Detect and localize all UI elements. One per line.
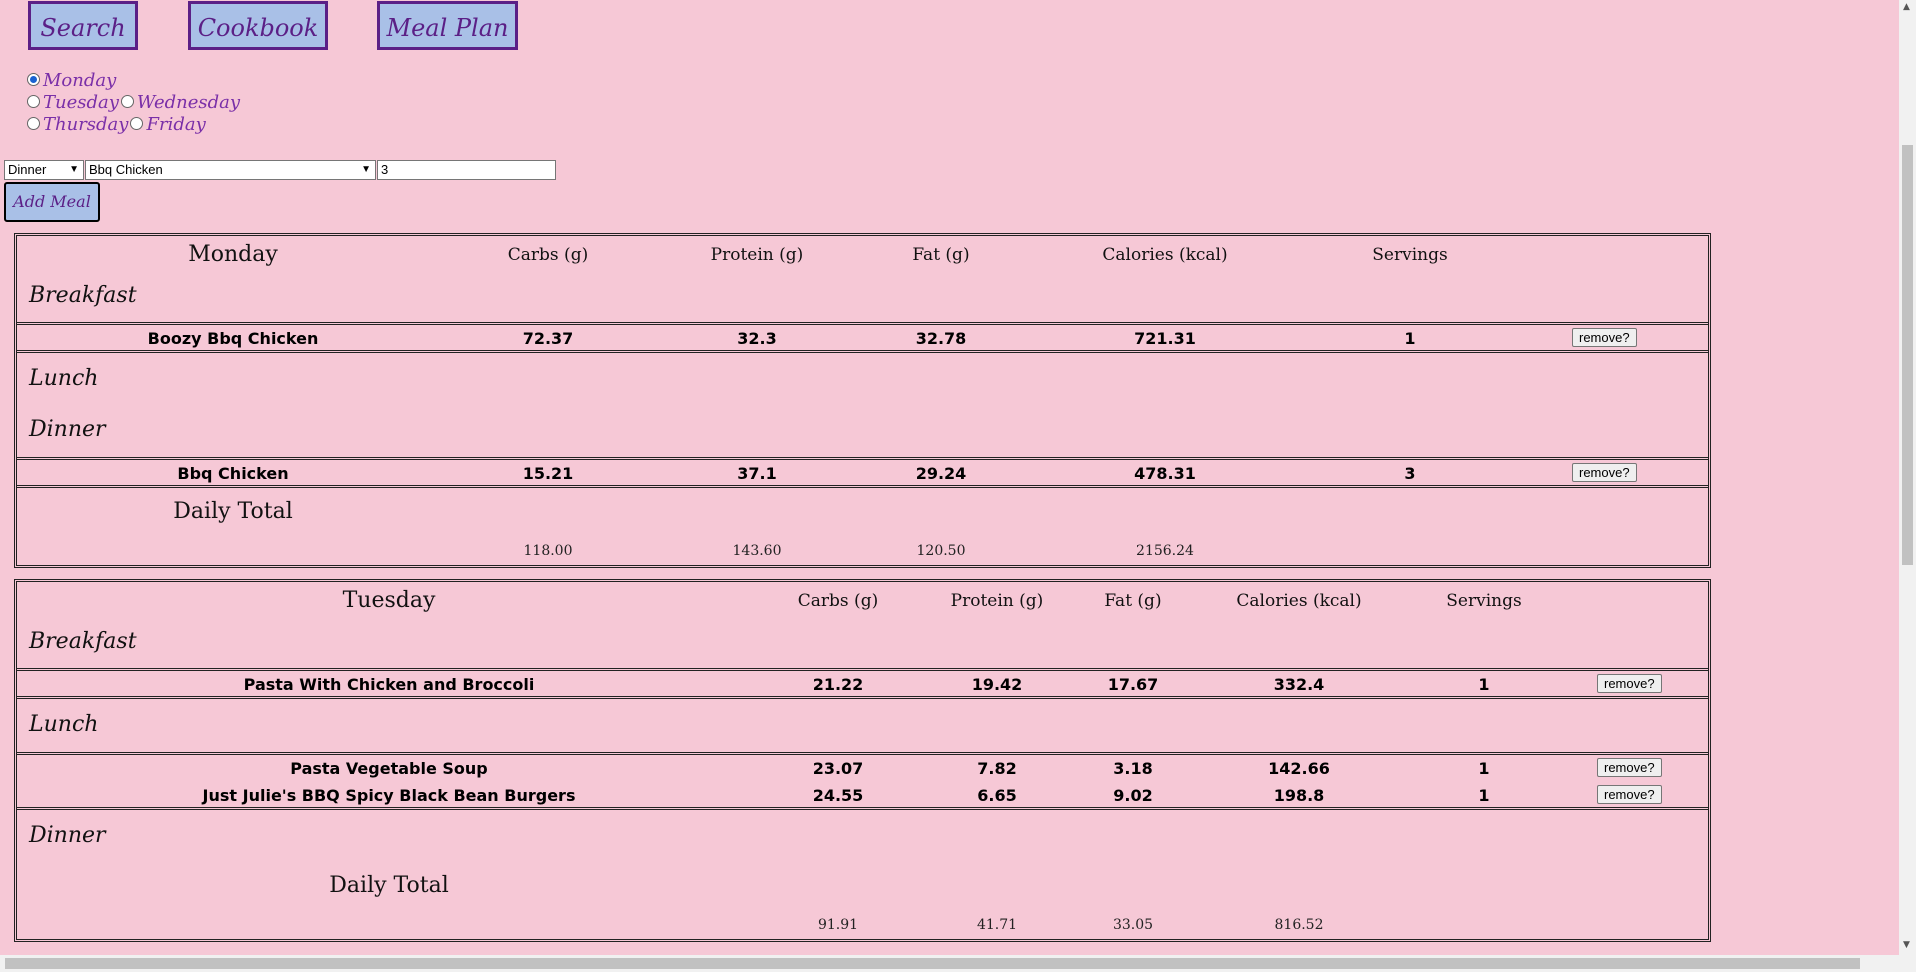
meal-lunch: Lunch <box>29 366 99 391</box>
col-servings: Servings <box>1446 591 1522 611</box>
col-protein: Protein (g) <box>710 245 804 265</box>
recipe-value: Bbq Chicken <box>89 162 163 177</box>
meal-fat: 29.24 <box>915 464 967 483</box>
servings-value: 3 <box>381 162 389 177</box>
col-fat: Fat (g) <box>912 245 970 265</box>
meal-calories: 721.31 <box>1134 329 1196 348</box>
total-protein: 41.71 <box>976 917 1018 933</box>
meal-row-group: Pasta Vegetable Soup 23.07 7.82 3.18 142… <box>17 752 1708 810</box>
meal-calories: 332.4 <box>1273 675 1325 694</box>
meal-carbs: 15.21 <box>522 464 574 483</box>
meal-name: Just Julie's BBQ Spicy Black Bean Burger… <box>202 786 576 805</box>
meal-calories: 478.31 <box>1134 464 1196 483</box>
daily-total-label: Daily Total <box>329 873 449 898</box>
meal-fat: 17.67 <box>1107 675 1159 694</box>
chevron-down-icon: ▼ <box>69 164 79 175</box>
meal-calories: 198.8 <box>1273 786 1325 805</box>
meal-dinner: Dinner <box>29 823 106 848</box>
meal-calories: 142.66 <box>1268 759 1330 778</box>
remove-button[interactable]: remove? <box>1597 674 1662 693</box>
scrollbar-thumb[interactable] <box>5 958 1860 969</box>
total-fat: 33.05 <box>1112 917 1154 933</box>
radio-monday[interactable] <box>27 72 40 86</box>
chevron-down-icon: ▼ <box>361 164 371 175</box>
col-calories: Calories (kcal) <box>1102 245 1228 265</box>
label-thursday[interactable]: Thursday <box>43 114 128 135</box>
meal-lunch: Lunch <box>29 712 99 737</box>
radio-thursday[interactable] <box>27 116 40 130</box>
total-calories: 2156.24 <box>1136 543 1194 559</box>
meal-name: Pasta Vegetable Soup <box>290 759 488 778</box>
meal-fat: 32.78 <box>915 329 967 348</box>
scrollbar-thumb[interactable] <box>1902 145 1913 565</box>
remove-button[interactable]: remove? <box>1572 463 1637 482</box>
search-button[interactable]: Search <box>28 1 138 50</box>
day-selector: Monday Tuesday Wednesday Thursday Friday <box>27 70 240 136</box>
col-servings: Servings <box>1372 245 1448 265</box>
day-title: Tuesday <box>342 588 436 613</box>
radio-wednesday[interactable] <box>120 94 134 108</box>
meal-breakfast: Breakfast <box>29 283 137 308</box>
col-fat: Fat (g) <box>1104 591 1162 611</box>
total-protein: 143.60 <box>732 543 782 559</box>
meal-carbs: 72.37 <box>522 329 574 348</box>
meal-name: Bbq Chicken <box>177 464 289 483</box>
meal-protein: 32.3 <box>737 329 777 348</box>
cookbook-button[interactable]: Cookbook <box>188 1 328 50</box>
meal-row-group: Pasta With Chicken and Broccoli 21.22 19… <box>17 668 1708 699</box>
recipe-select[interactable]: Bbq Chicken ▼ <box>85 160 376 180</box>
meal-protein: 37.1 <box>737 464 777 483</box>
col-carbs: Carbs (g) <box>507 245 589 265</box>
meal-carbs: 24.55 <box>812 786 864 805</box>
col-calories: Calories (kcal) <box>1236 591 1362 611</box>
day-table-monday: Monday Carbs (g) Protein (g) Fat (g) Cal… <box>14 233 1711 568</box>
vertical-scrollbar[interactable]: ▲ ▼ <box>1899 0 1916 972</box>
meal-servings: 1 <box>1478 759 1490 778</box>
meal-row-group: Bbq Chicken 15.21 37.1 29.24 478.31 3 re… <box>17 457 1708 488</box>
meal-carbs: 21.22 <box>812 675 864 694</box>
meal-plan-button[interactable]: Meal Plan <box>377 1 518 50</box>
scroll-up-icon[interactable]: ▲ <box>1903 2 1910 12</box>
label-monday[interactable]: Monday <box>43 70 116 91</box>
col-protein: Protein (g) <box>950 591 1044 611</box>
total-carbs: 91.91 <box>817 917 859 933</box>
meal-servings: 3 <box>1404 464 1416 483</box>
horizontal-scrollbar[interactable] <box>0 955 1899 972</box>
total-carbs: 118.00 <box>523 543 573 559</box>
remove-button[interactable]: remove? <box>1597 785 1662 804</box>
meal-servings: 1 <box>1478 786 1490 805</box>
label-wednesday[interactable]: Wednesday <box>137 92 240 113</box>
total-fat: 120.50 <box>916 543 966 559</box>
remove-button[interactable]: remove? <box>1572 328 1637 347</box>
meal-name: Boozy Bbq Chicken <box>147 329 319 348</box>
remove-button[interactable]: remove? <box>1597 758 1662 777</box>
meal-protein: 6.65 <box>977 786 1017 805</box>
scroll-down-icon[interactable]: ▼ <box>1903 940 1910 950</box>
meal-dinner: Dinner <box>29 417 106 442</box>
day-table-tuesday: Tuesday Carbs (g) Protein (g) Fat (g) Ca… <box>14 579 1711 942</box>
meal-fat: 3.18 <box>1113 759 1153 778</box>
meal-name: Pasta With Chicken and Broccoli <box>243 675 535 694</box>
day-title: Monday <box>188 242 278 267</box>
meal-type-select[interactable]: Dinner ▼ <box>4 160 84 180</box>
meal-protein: 7.82 <box>977 759 1017 778</box>
servings-input[interactable]: 3 <box>377 160 556 180</box>
meal-breakfast: Breakfast <box>29 629 137 654</box>
add-meal-button[interactable]: Add Meal <box>4 182 100 222</box>
daily-total-label: Daily Total <box>173 499 293 524</box>
radio-tuesday[interactable] <box>27 94 40 108</box>
total-calories: 816.52 <box>1274 917 1324 933</box>
label-tuesday[interactable]: Tuesday <box>43 92 119 113</box>
radio-friday[interactable] <box>130 116 144 130</box>
meal-servings: 1 <box>1478 675 1490 694</box>
label-friday[interactable]: Friday <box>146 114 205 135</box>
meal-carbs: 23.07 <box>812 759 864 778</box>
meal-protein: 19.42 <box>971 675 1023 694</box>
meal-servings: 1 <box>1404 329 1416 348</box>
meal-fat: 9.02 <box>1113 786 1153 805</box>
meal-type-value: Dinner <box>8 162 47 177</box>
meal-row-group: Boozy Bbq Chicken 72.37 32.3 32.78 721.3… <box>17 322 1708 353</box>
col-carbs: Carbs (g) <box>797 591 879 611</box>
